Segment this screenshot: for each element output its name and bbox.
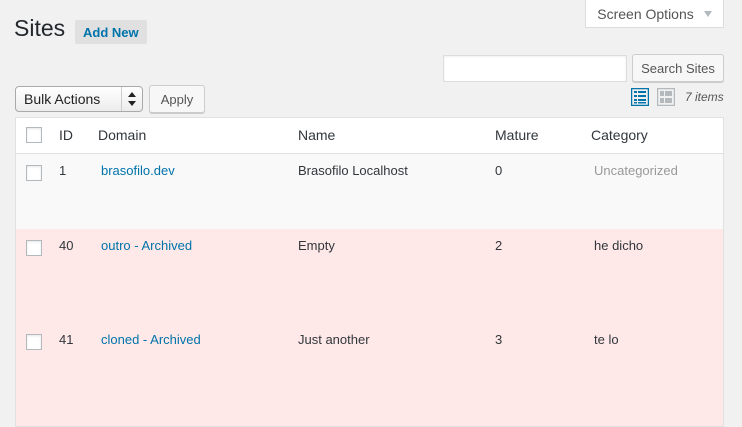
table-header: ID Domain Name Mature Category bbox=[16, 118, 723, 154]
row-checkbox[interactable] bbox=[26, 334, 42, 350]
bulk-actions-select[interactable]: Bulk Actions bbox=[15, 86, 143, 112]
site-mature: 2 bbox=[495, 238, 503, 253]
column-mature[interactable]: Mature bbox=[495, 127, 539, 143]
select-divider bbox=[121, 87, 122, 111]
site-domain-link[interactable]: outro - Archived bbox=[101, 238, 192, 253]
site-category: Uncategorized bbox=[594, 163, 678, 178]
site-category: he dicho bbox=[594, 238, 644, 253]
site-mature: 3 bbox=[495, 332, 503, 347]
row-checkbox[interactable] bbox=[26, 165, 42, 181]
caret-down-icon bbox=[703, 10, 712, 17]
site-domain-link[interactable]: brasofilo.dev bbox=[101, 163, 175, 178]
search-input[interactable] bbox=[443, 55, 627, 82]
column-domain[interactable]: Domain bbox=[98, 127, 146, 143]
table-row: 41 cloned - Archived Just another 3 te l… bbox=[16, 323, 723, 426]
select-arrows-icon bbox=[128, 92, 136, 106]
apply-button[interactable]: Apply bbox=[149, 85, 205, 113]
list-view-icon[interactable] bbox=[631, 88, 649, 106]
site-id: 40 bbox=[59, 238, 74, 253]
select-all-checkbox[interactable] bbox=[26, 127, 42, 143]
add-new-button[interactable]: Add New bbox=[75, 20, 147, 44]
table-row: 40 outro - Archived Empty 2 he dicho bbox=[16, 229, 723, 323]
column-name[interactable]: Name bbox=[298, 127, 335, 143]
screen-options-label: Screen Options bbox=[597, 5, 694, 22]
items-count: 7 items bbox=[685, 90, 724, 104]
search-sites-button[interactable]: Search Sites bbox=[632, 54, 724, 82]
site-mature: 0 bbox=[495, 163, 503, 178]
excerpt-view-icon[interactable] bbox=[657, 88, 675, 106]
page-title: Sites bbox=[14, 15, 66, 41]
site-id: 1 bbox=[59, 163, 67, 178]
table-row: 1 brasofilo.dev Brasofilo Localhost 0 Un… bbox=[16, 154, 723, 229]
column-id[interactable]: ID bbox=[59, 127, 73, 143]
site-name: Brasofilo Localhost bbox=[298, 163, 408, 178]
column-category[interactable]: Category bbox=[591, 127, 648, 143]
bulk-actions-selected: Bulk Actions bbox=[24, 91, 101, 107]
sites-table: ID Domain Name Mature Category 1 brasofi… bbox=[15, 117, 724, 427]
row-checkbox[interactable] bbox=[26, 240, 42, 256]
screen-options-button[interactable]: Screen Options bbox=[585, 0, 724, 28]
site-category: te lo bbox=[594, 332, 619, 347]
site-name: Empty bbox=[298, 238, 335, 253]
site-domain-link[interactable]: cloned - Archived bbox=[101, 332, 201, 347]
site-id: 41 bbox=[59, 332, 74, 347]
site-name: Just another bbox=[298, 332, 370, 347]
